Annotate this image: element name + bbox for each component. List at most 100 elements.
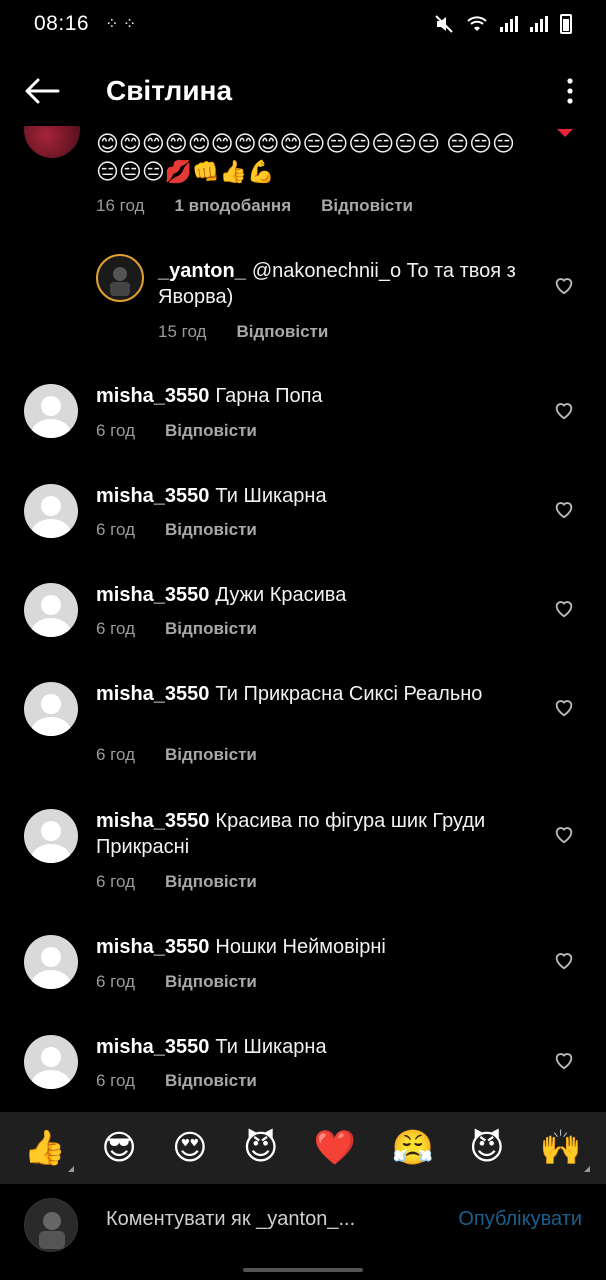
- reply-button[interactable]: Відповісти: [165, 972, 257, 992]
- avatar[interactable]: [24, 583, 78, 637]
- emoji-heart-eyes[interactable]: 😍: [172, 1128, 207, 1168]
- comment-username[interactable]: misha_3550: [96, 485, 209, 507]
- emoji-quick-bar: 👍 😎 😍 😈 ❤️ 😤 😈 🙌: [0, 1112, 606, 1184]
- comment-body: Ти Шикарна: [215, 1036, 327, 1058]
- emoji-sunglasses[interactable]: 😎: [101, 1128, 136, 1168]
- comment-body: Ти Прикрасна Сиксі Реально: [215, 683, 483, 705]
- comment-body: Ношки Неймовірні: [215, 936, 386, 958]
- more-indicator-icon: [584, 1166, 591, 1172]
- comment-text: misha_3550 Дужи Красива: [96, 582, 536, 608]
- comment-username[interactable]: misha_3550: [96, 810, 209, 832]
- heart-icon[interactable]: [553, 399, 575, 421]
- comment-likes[interactable]: 1 вподобання: [174, 196, 291, 216]
- page-title: Світлина: [106, 75, 233, 106]
- comment-meta: 6 год Відповісти: [96, 520, 257, 540]
- comment-meta: 16 год 1 вподобання Відповісти: [96, 196, 413, 216]
- comments-list[interactable]: 😊😊😊😊😊😊😊😊😊😑😑😑😑😑😑 😑😑😑😑😑😑💋👊👍💪 16 год 1 впод…: [0, 126, 606, 1112]
- avatar[interactable]: [24, 682, 78, 736]
- status-bar: 08:16 ⁘ ⁘: [0, 0, 606, 48]
- comment-meta: 6 год Відповісти: [96, 745, 257, 765]
- comment-username[interactable]: misha_3550: [96, 385, 209, 407]
- signal-icon: [500, 16, 518, 32]
- heart-icon[interactable]: [553, 823, 575, 845]
- reply-button[interactable]: Відповісти: [165, 520, 257, 540]
- mute-icon: [435, 15, 453, 33]
- comment-time: 6 год: [96, 619, 136, 638]
- heart-icon[interactable]: [553, 274, 575, 296]
- comment-meta: 6 год Відповісти: [96, 421, 257, 441]
- heart-icon[interactable]: [553, 1049, 575, 1071]
- comment-text: misha_3550 Ти Шикарна: [96, 1034, 536, 1060]
- emoji-red-heart[interactable]: ❤️: [314, 1128, 356, 1168]
- comment-username[interactable]: misha_3550: [96, 936, 209, 958]
- comment-username[interactable]: _yanton_: [158, 260, 246, 282]
- gesture-bar: [243, 1268, 363, 1272]
- comment-time: 6 год: [96, 1071, 136, 1090]
- heart-icon[interactable]: [553, 949, 575, 971]
- emoji-triumph[interactable]: 😤: [391, 1128, 433, 1168]
- reply-button[interactable]: Відповісти: [165, 619, 257, 639]
- arrow-left-icon: [25, 78, 60, 104]
- avatar[interactable]: [24, 384, 78, 438]
- user-photo-icon: [110, 267, 130, 296]
- back-button[interactable]: [12, 61, 72, 121]
- comment-body: Дужи Красива: [215, 584, 347, 606]
- comment-body: Гарна Попа: [215, 385, 323, 407]
- comment-time: 6 год: [96, 421, 136, 440]
- comment-time: 6 год: [96, 520, 136, 539]
- emoji-smiling-devil[interactable]: 😈: [243, 1128, 278, 1168]
- comment-text: misha_3550 Ти Прикрасна Сиксі Реально: [96, 681, 496, 707]
- more-vertical-icon: [567, 78, 573, 104]
- heart-icon[interactable]: [553, 498, 575, 520]
- comment-time: 6 год: [96, 745, 136, 764]
- reply-button[interactable]: Відповісти: [165, 745, 257, 765]
- reply-button[interactable]: Відповісти: [165, 421, 257, 441]
- status-time: 08:16: [34, 12, 90, 35]
- comment-time: 6 год: [96, 972, 136, 991]
- battery-icon: [560, 14, 572, 34]
- comment-time: 6 год: [96, 872, 136, 891]
- comment-text: misha_3550 Ти Шикарна: [96, 483, 536, 509]
- heart-filled-icon[interactable]: [554, 126, 576, 148]
- avatar[interactable]: [24, 809, 78, 863]
- avatar[interactable]: [24, 484, 78, 538]
- reply-button[interactable]: Відповісти: [236, 322, 328, 342]
- more-options-button[interactable]: [558, 71, 582, 111]
- avatar[interactable]: [24, 1035, 78, 1089]
- more-indicator-icon: [68, 1166, 75, 1172]
- publish-button[interactable]: Опублікувати: [458, 1208, 582, 1231]
- comment-meta: 6 год Відповісти: [96, 619, 257, 639]
- emoji-raised-hands[interactable]: 🙌: [540, 1128, 591, 1172]
- comment-username[interactable]: misha_3550: [96, 683, 209, 705]
- comment-body: Ти Шикарна: [215, 485, 327, 507]
- notification-icons: ⁘ ⁘: [105, 16, 137, 33]
- current-user-avatar[interactable]: [24, 1198, 78, 1252]
- wifi-icon: [467, 16, 487, 31]
- emoji-thumbs-up[interactable]: 👍: [24, 1128, 75, 1172]
- comment-text: misha_3550 Красива по фігура шик Груди Пр…: [96, 808, 496, 860]
- reply-button[interactable]: Відповісти: [165, 872, 257, 892]
- avatar[interactable]: [24, 935, 78, 989]
- comment-input[interactable]: Коментувати як _yanton_...: [106, 1208, 355, 1231]
- comment-meta: 6 год Відповісти: [96, 872, 257, 892]
- reply-button[interactable]: Відповісти: [165, 1071, 257, 1091]
- comment-time: 16 год: [96, 196, 145, 215]
- emoji-smiling-devil-2[interactable]: 😈: [469, 1128, 504, 1168]
- comment-text: misha_3550 Ношки Неймовірні: [96, 934, 536, 960]
- comment-text: misha_3550 Гарна Попа: [96, 383, 536, 409]
- comment-time: 15 год: [158, 322, 207, 341]
- comment-username[interactable]: misha_3550: [96, 1036, 209, 1058]
- comment-meta: 6 год Відповісти: [96, 972, 257, 992]
- comment-meta: 15 год Відповісти: [158, 322, 328, 342]
- avatar[interactable]: [96, 254, 144, 302]
- avatar[interactable]: [24, 126, 80, 158]
- reply-button[interactable]: Відповісти: [321, 196, 413, 216]
- comment-text: 😊😊😊😊😊😊😊😊😊😑😑😑😑😑😑 😑😑😑😑😑😑💋👊👍💪: [96, 131, 515, 184]
- signal-icon-2: [530, 16, 548, 32]
- comment-username[interactable]: misha_3550: [96, 584, 209, 606]
- heart-icon[interactable]: [553, 696, 575, 718]
- heart-icon[interactable]: [553, 597, 575, 619]
- app-header: Світлина: [0, 56, 606, 126]
- compose-bar: Коментувати як _yanton_... Опублікувати: [0, 1184, 606, 1280]
- user-photo-icon: [39, 1212, 65, 1249]
